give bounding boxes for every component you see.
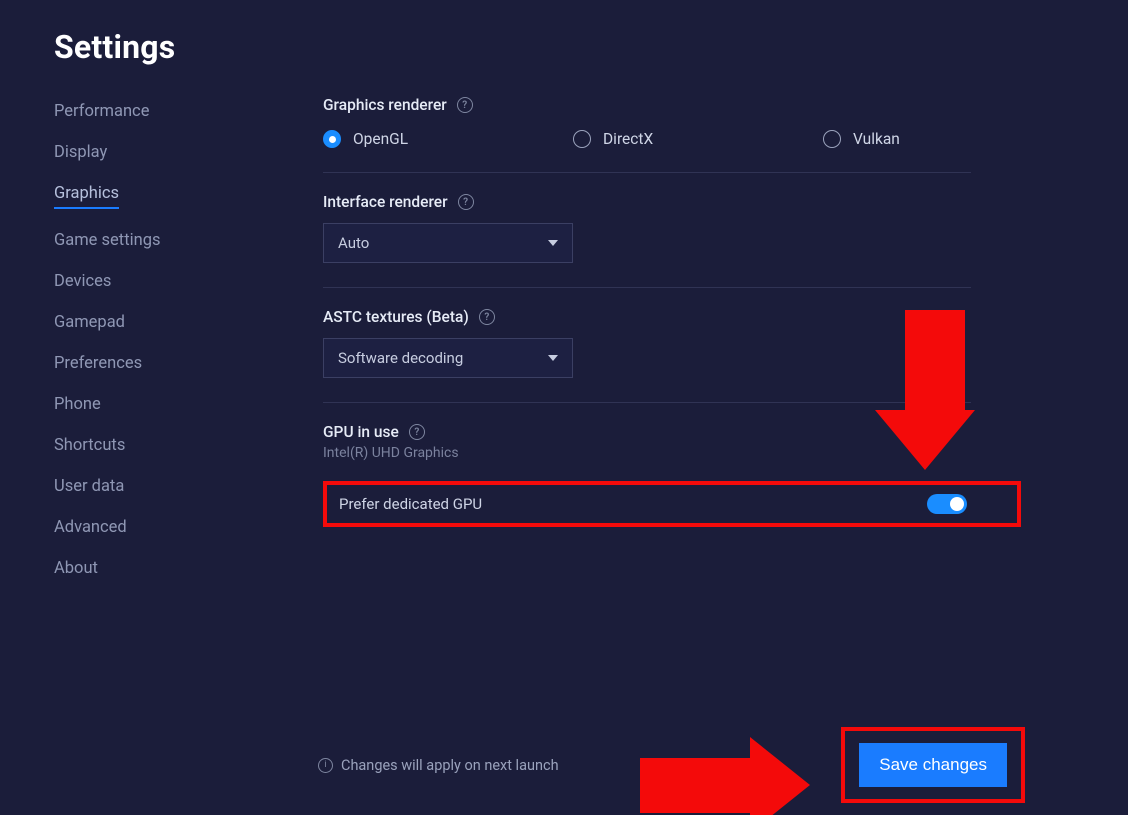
renderer-option-label: DirectX — [603, 130, 653, 148]
sidebar-item-advanced[interactable]: Advanced — [54, 518, 127, 537]
help-icon[interactable]: ? — [409, 424, 425, 440]
renderer-option-directx[interactable]: DirectX — [573, 130, 823, 148]
radio-unselected-icon — [823, 130, 841, 148]
interface-renderer-select[interactable]: Auto — [323, 223, 573, 263]
sidebar-item-phone[interactable]: Phone — [54, 395, 101, 414]
radio-selected-icon — [323, 130, 341, 148]
sidebar-item-game-settings[interactable]: Game settings — [54, 231, 161, 250]
renderer-option-label: OpenGL — [353, 130, 408, 148]
sidebar-item-about[interactable]: About — [54, 559, 98, 578]
prefer-dedicated-gpu-toggle[interactable] — [927, 494, 967, 514]
sidebar-item-preferences[interactable]: Preferences — [54, 354, 142, 373]
sidebar-item-performance[interactable]: Performance — [54, 102, 149, 121]
sidebar-item-graphics[interactable]: Graphics — [54, 184, 119, 209]
save-highlight-box: Save changes — [841, 727, 1025, 803]
sidebar-item-gamepad[interactable]: Gamepad — [54, 313, 125, 332]
prefer-dedicated-gpu-label: Prefer dedicated GPU — [339, 495, 482, 513]
help-icon[interactable]: ? — [458, 194, 474, 210]
settings-sidebar: Performance Display Graphics Game settin… — [54, 102, 274, 600]
select-value: Auto — [338, 234, 369, 252]
sidebar-item-user-data[interactable]: User data — [54, 477, 124, 496]
chevron-down-icon — [548, 240, 558, 246]
sidebar-item-shortcuts[interactable]: Shortcuts — [54, 436, 125, 455]
page-title: Settings — [54, 28, 175, 66]
divider — [323, 287, 971, 288]
info-icon: i — [318, 758, 333, 773]
select-value: Software decoding — [338, 349, 463, 367]
save-changes-button[interactable]: Save changes — [859, 743, 1007, 787]
interface-renderer-label: Interface renderer — [323, 193, 448, 211]
sidebar-item-devices[interactable]: Devices — [54, 272, 111, 291]
annotation-arrow-right-icon — [640, 737, 810, 815]
sidebar-item-display[interactable]: Display — [54, 143, 107, 162]
renderer-option-opengl[interactable]: OpenGL — [323, 130, 573, 148]
divider — [323, 402, 971, 403]
chevron-down-icon — [548, 355, 558, 361]
gpu-in-use-value: Intel(R) UHD Graphics — [323, 445, 971, 461]
prefer-dedicated-gpu-row: Prefer dedicated GPU — [323, 481, 1021, 527]
footer-notice: Changes will apply on next launch — [341, 757, 559, 774]
annotation-arrow-down-icon — [895, 310, 975, 470]
toggle-knob-icon — [950, 497, 964, 511]
help-icon[interactable]: ? — [457, 97, 473, 113]
renderer-option-label: Vulkan — [853, 130, 900, 148]
help-icon[interactable]: ? — [479, 309, 495, 325]
astc-label: ASTC textures (Beta) — [323, 308, 469, 326]
radio-unselected-icon — [573, 130, 591, 148]
graphics-panel: Graphics renderer ? OpenGL DirectX Vulka… — [323, 96, 971, 461]
gpu-in-use-label: GPU in use — [323, 423, 399, 441]
graphics-renderer-label: Graphics renderer — [323, 96, 447, 114]
astc-select[interactable]: Software decoding — [323, 338, 573, 378]
renderer-option-vulkan[interactable]: Vulkan — [823, 130, 900, 148]
divider — [323, 172, 971, 173]
